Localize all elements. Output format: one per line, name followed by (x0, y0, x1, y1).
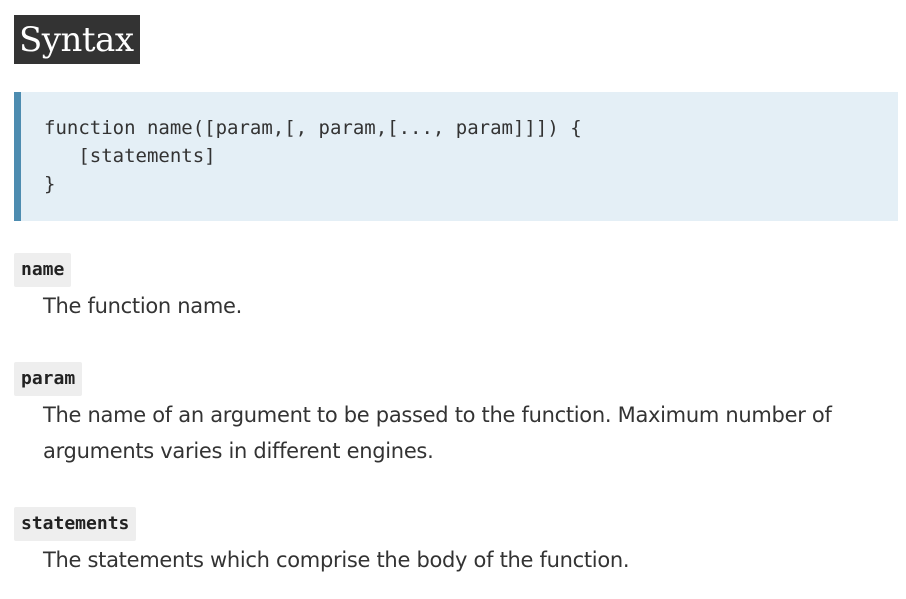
code-line: } (44, 173, 56, 195)
param-term-statements: statements (14, 507, 137, 541)
param-description-statements: The statements which comprise the body o… (43, 548, 630, 572)
code-block: function name([param,[, param,[..., para… (14, 92, 898, 221)
section-heading: Syntax (14, 15, 140, 64)
param-description-name: The function name. (43, 294, 243, 318)
param-description-param: The name of an argument to be passed to … (43, 403, 832, 463)
code-line: function name([param,[, param,[..., para… (44, 117, 582, 139)
param-term-name: name (14, 253, 72, 287)
param-term-param: param (14, 362, 83, 396)
code-line: [statements] (44, 145, 216, 167)
